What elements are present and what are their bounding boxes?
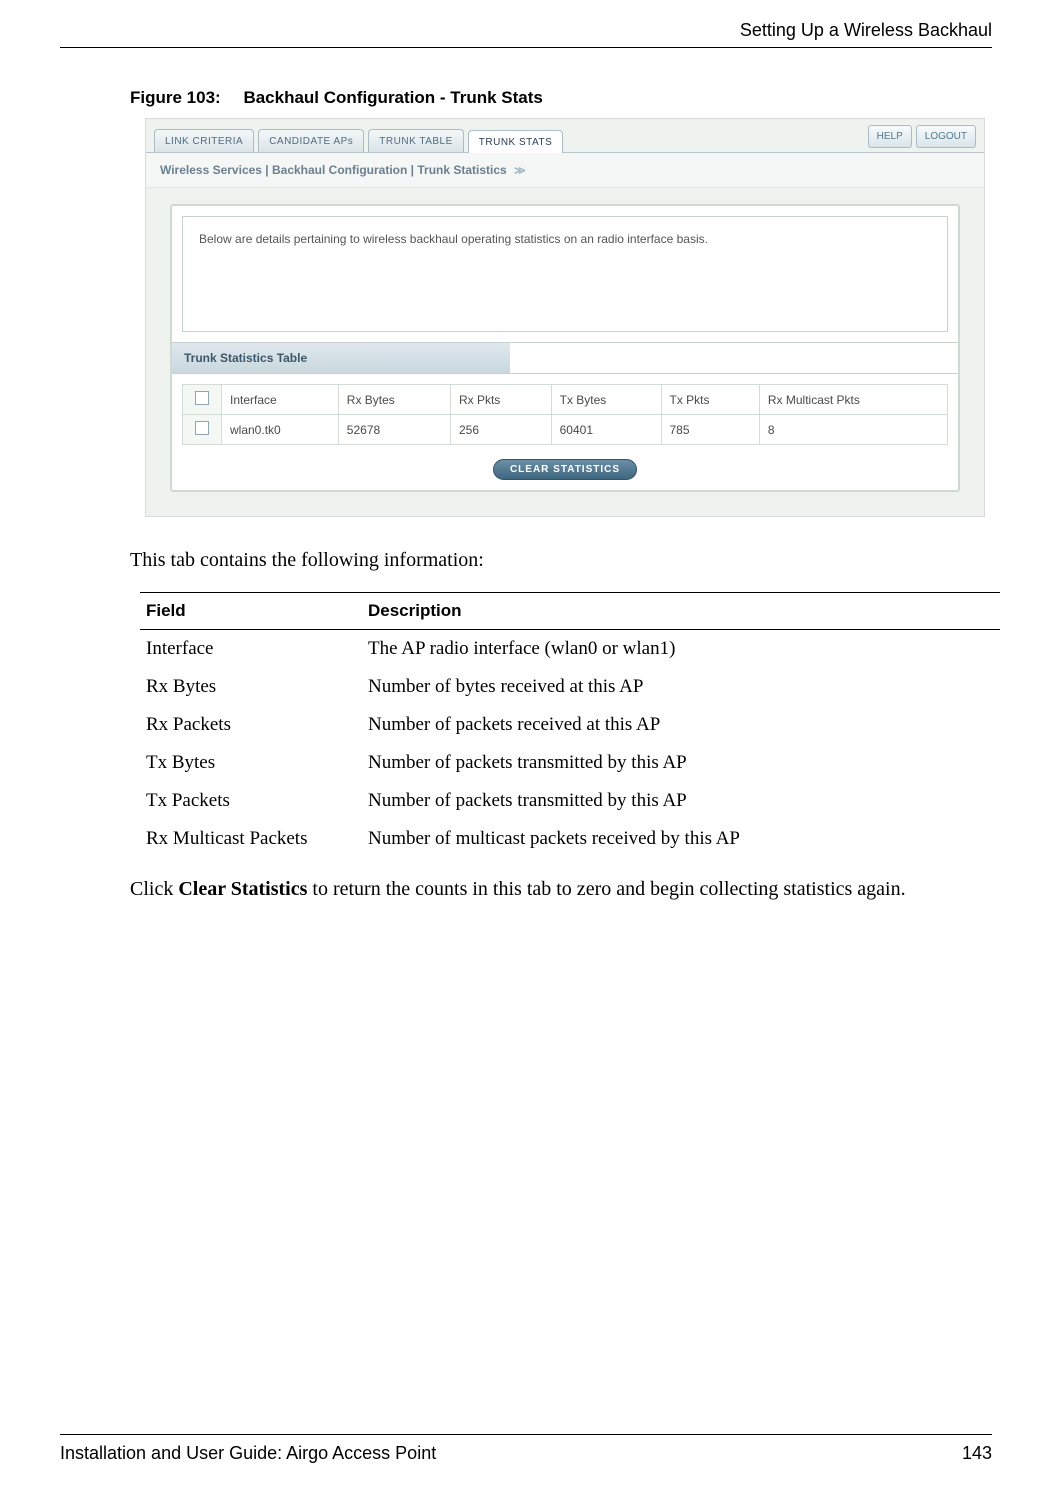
breadcrumb: Wireless Services | Backhaul Configurati… bbox=[146, 153, 984, 188]
table-row: wlan0.tk0 52678 256 60401 785 8 bbox=[183, 415, 948, 445]
row-checkbox-cell bbox=[183, 415, 222, 445]
cell-rx-multicast: 8 bbox=[759, 415, 947, 445]
footer-page-number: 143 bbox=[962, 1443, 992, 1464]
table-row: Rx Bytes Number of bytes received at thi… bbox=[140, 668, 1000, 706]
figure-number: Figure 103: bbox=[130, 88, 221, 107]
checkbox-icon[interactable] bbox=[195, 421, 209, 435]
col-rx-multicast: Rx Multicast Pkts bbox=[759, 385, 947, 415]
field-desc: Number of packets transmitted by this AP bbox=[362, 744, 1000, 782]
col-tx-bytes: Tx Bytes bbox=[551, 385, 661, 415]
footer-left: Installation and User Guide: Airgo Acces… bbox=[60, 1443, 436, 1464]
field-desc: Number of bytes received at this AP bbox=[362, 668, 1000, 706]
field-desc: The AP radio interface (wlan0 or wlan1) bbox=[362, 630, 1000, 669]
field-name: Rx Packets bbox=[140, 706, 362, 744]
cell-rx-bytes: 52678 bbox=[338, 415, 450, 445]
tab-link-criteria[interactable]: LINK CRITERIA bbox=[154, 129, 254, 152]
logout-button[interactable]: LOGOUT bbox=[916, 125, 976, 148]
header-checkbox-cell bbox=[183, 385, 222, 415]
breadcrumb-arrow-icon: ≫ bbox=[514, 165, 526, 177]
field-name: Tx Packets bbox=[140, 782, 362, 820]
cell-interface: wlan0.tk0 bbox=[222, 415, 339, 445]
help-button[interactable]: HELP bbox=[868, 125, 912, 148]
col-rx-bytes: Rx Bytes bbox=[338, 385, 450, 415]
table-row: Tx Packets Number of packets transmitted… bbox=[140, 782, 1000, 820]
checkbox-icon[interactable] bbox=[195, 391, 209, 405]
field-header: Field bbox=[140, 593, 362, 630]
field-name: Rx Multicast Packets bbox=[140, 820, 362, 858]
col-tx-pkts: Tx Pkts bbox=[661, 385, 759, 415]
col-interface: Interface bbox=[222, 385, 339, 415]
description-box: Below are details pertaining to wireless… bbox=[182, 216, 948, 332]
tab-bar: LINK CRITERIA CANDIDATE APs TRUNK TABLE … bbox=[146, 119, 984, 153]
field-name: Tx Bytes bbox=[140, 744, 362, 782]
figure-title: Backhaul Configuration - Trunk Stats bbox=[243, 88, 542, 107]
tab-candidate-aps[interactable]: CANDIDATE APs bbox=[258, 129, 364, 152]
outro-bold: Clear Statistics bbox=[178, 878, 307, 900]
clear-statistics-button[interactable]: CLEAR STATISTICS bbox=[493, 459, 637, 480]
tab-trunk-stats[interactable]: TRUNK STATS bbox=[468, 130, 563, 153]
field-desc: Number of packets transmitted by this AP bbox=[362, 782, 1000, 820]
field-name: Interface bbox=[140, 630, 362, 669]
table-header-row: Interface Rx Bytes Rx Pkts Tx Bytes Tx P… bbox=[183, 385, 948, 415]
field-description-table: Field Description Interface The AP radio… bbox=[140, 592, 1000, 858]
page-footer: Installation and User Guide: Airgo Acces… bbox=[60, 1434, 992, 1464]
tab-trunk-table[interactable]: TRUNK TABLE bbox=[368, 129, 463, 152]
field-desc: Number of packets received at this AP bbox=[362, 706, 1000, 744]
description-header: Description bbox=[362, 593, 1000, 630]
breadcrumb-text: Wireless Services | Backhaul Configurati… bbox=[160, 163, 507, 177]
field-desc: Number of multicast packets received by … bbox=[362, 820, 1000, 858]
figure-caption: Figure 103: Backhaul Configuration - Tru… bbox=[130, 88, 992, 108]
content-panel: Below are details pertaining to wireless… bbox=[170, 204, 960, 492]
outro-post: to return the counts in this tab to zero… bbox=[307, 878, 905, 900]
intro-text: This tab contains the following informat… bbox=[130, 547, 992, 574]
field-name: Rx Bytes bbox=[140, 668, 362, 706]
table-row: Interface The AP radio interface (wlan0 … bbox=[140, 630, 1000, 669]
table-row: Rx Multicast Packets Number of multicast… bbox=[140, 820, 1000, 858]
cell-rx-pkts: 256 bbox=[450, 415, 551, 445]
cell-tx-pkts: 785 bbox=[661, 415, 759, 445]
outro-text: Click Clear Statistics to return the cou… bbox=[130, 876, 992, 903]
table-row: Tx Bytes Number of packets transmitted b… bbox=[140, 744, 1000, 782]
outro-pre: Click bbox=[130, 878, 178, 900]
section-title: Trunk Statistics Table bbox=[172, 342, 510, 374]
running-header: Setting Up a Wireless Backhaul bbox=[60, 20, 992, 48]
screenshot-panel: LINK CRITERIA CANDIDATE APs TRUNK TABLE … bbox=[145, 118, 985, 517]
table-row: Rx Packets Number of packets received at… bbox=[140, 706, 1000, 744]
col-rx-pkts: Rx Pkts bbox=[450, 385, 551, 415]
trunk-stats-table: Interface Rx Bytes Rx Pkts Tx Bytes Tx P… bbox=[182, 384, 948, 445]
cell-tx-bytes: 60401 bbox=[551, 415, 661, 445]
